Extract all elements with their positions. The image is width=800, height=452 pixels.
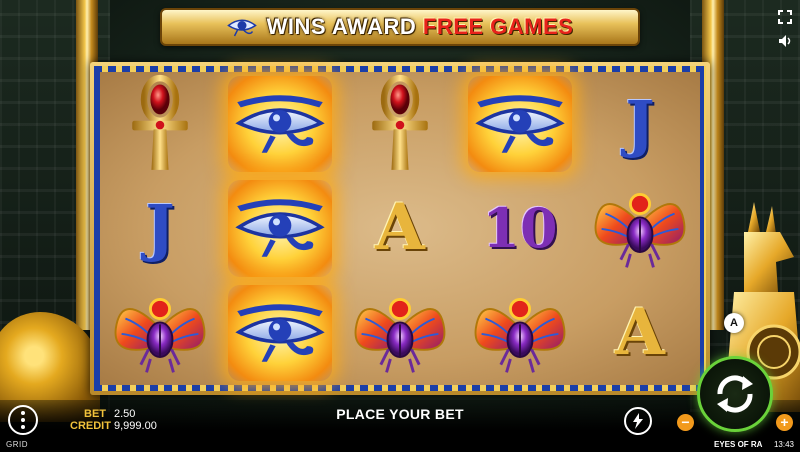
- bet-decrease-button[interactable]: −: [677, 414, 694, 431]
- clock: 13:43: [773, 440, 794, 449]
- letter-a-symbol: A: [352, 180, 448, 276]
- fullscreen-icon[interactable]: [778, 10, 792, 24]
- scarab-symbol: [592, 180, 688, 276]
- reel-cell: J: [100, 176, 220, 280]
- eye-of-ra-symbol: [232, 180, 328, 276]
- letter-j-symbol: J: [592, 76, 688, 172]
- letter-a-symbol: A: [592, 285, 688, 381]
- symbol-text: A: [615, 294, 665, 370]
- banner-text: WINS AWARD FREE GAMES: [267, 14, 574, 40]
- reel-cell: 10: [460, 176, 580, 280]
- reel-cell: [100, 281, 220, 385]
- sound-icon[interactable]: [778, 34, 792, 48]
- reel-cell: [220, 72, 340, 176]
- reel-cell: [220, 176, 340, 280]
- eye-of-ra-symbol: [472, 76, 568, 172]
- provider-label: GRID: [6, 440, 28, 449]
- banner-text-part2: FREE GAMES: [422, 14, 574, 39]
- eye-of-ra-symbol: [232, 76, 328, 172]
- game-name: EYES OF RA: [714, 440, 763, 449]
- win-banner: WINS AWARD FREE GAMES: [160, 8, 640, 46]
- menu-dot-icon: [21, 425, 25, 429]
- letter-j-symbol: J: [112, 180, 208, 276]
- reel-cell: [100, 72, 220, 176]
- ankh-symbol: [352, 75, 448, 172]
- symbol-text: 10: [482, 196, 558, 261]
- scarab-symbol: [352, 285, 448, 381]
- reel-cell: J: [580, 72, 700, 176]
- reel-border: J J A 10 A: [94, 66, 706, 391]
- lightning-icon: [633, 413, 643, 429]
- reel-cell: [340, 72, 460, 176]
- symbol-text: J: [625, 87, 655, 161]
- ten-symbol: 10: [472, 180, 568, 276]
- bet-increase-button[interactable]: +: [776, 414, 793, 431]
- reel-cell: [460, 281, 580, 385]
- symbol-text: J: [145, 191, 175, 265]
- turbo-button[interactable]: [624, 407, 652, 435]
- reel-cell: [580, 176, 700, 280]
- ankh-symbol: [112, 75, 208, 172]
- game-scene: WINS AWARD FREE GAMES J J A 10 A BET 2.50 CR…: [0, 0, 800, 452]
- scarab-symbol: [112, 285, 208, 381]
- spin-button[interactable]: [697, 356, 773, 432]
- reel-cell: [340, 281, 460, 385]
- autoplay-button[interactable]: A: [724, 313, 744, 333]
- reel-grid: J J A 10 A: [100, 72, 700, 385]
- reel-cell: A: [340, 176, 460, 280]
- reel-cell: A: [580, 281, 700, 385]
- banner-text-part1: WINS AWARD: [266, 14, 423, 39]
- scarab-symbol: [472, 285, 568, 381]
- spin-arrows-icon: [717, 375, 753, 413]
- eye-of-ra-symbol: [232, 285, 328, 381]
- reel-frame: J J A 10 A: [90, 62, 710, 395]
- reel-cell: [460, 72, 580, 176]
- eye-of-ra-icon: [226, 19, 257, 37]
- reel-cell: [220, 281, 340, 385]
- symbol-text: A: [375, 190, 425, 266]
